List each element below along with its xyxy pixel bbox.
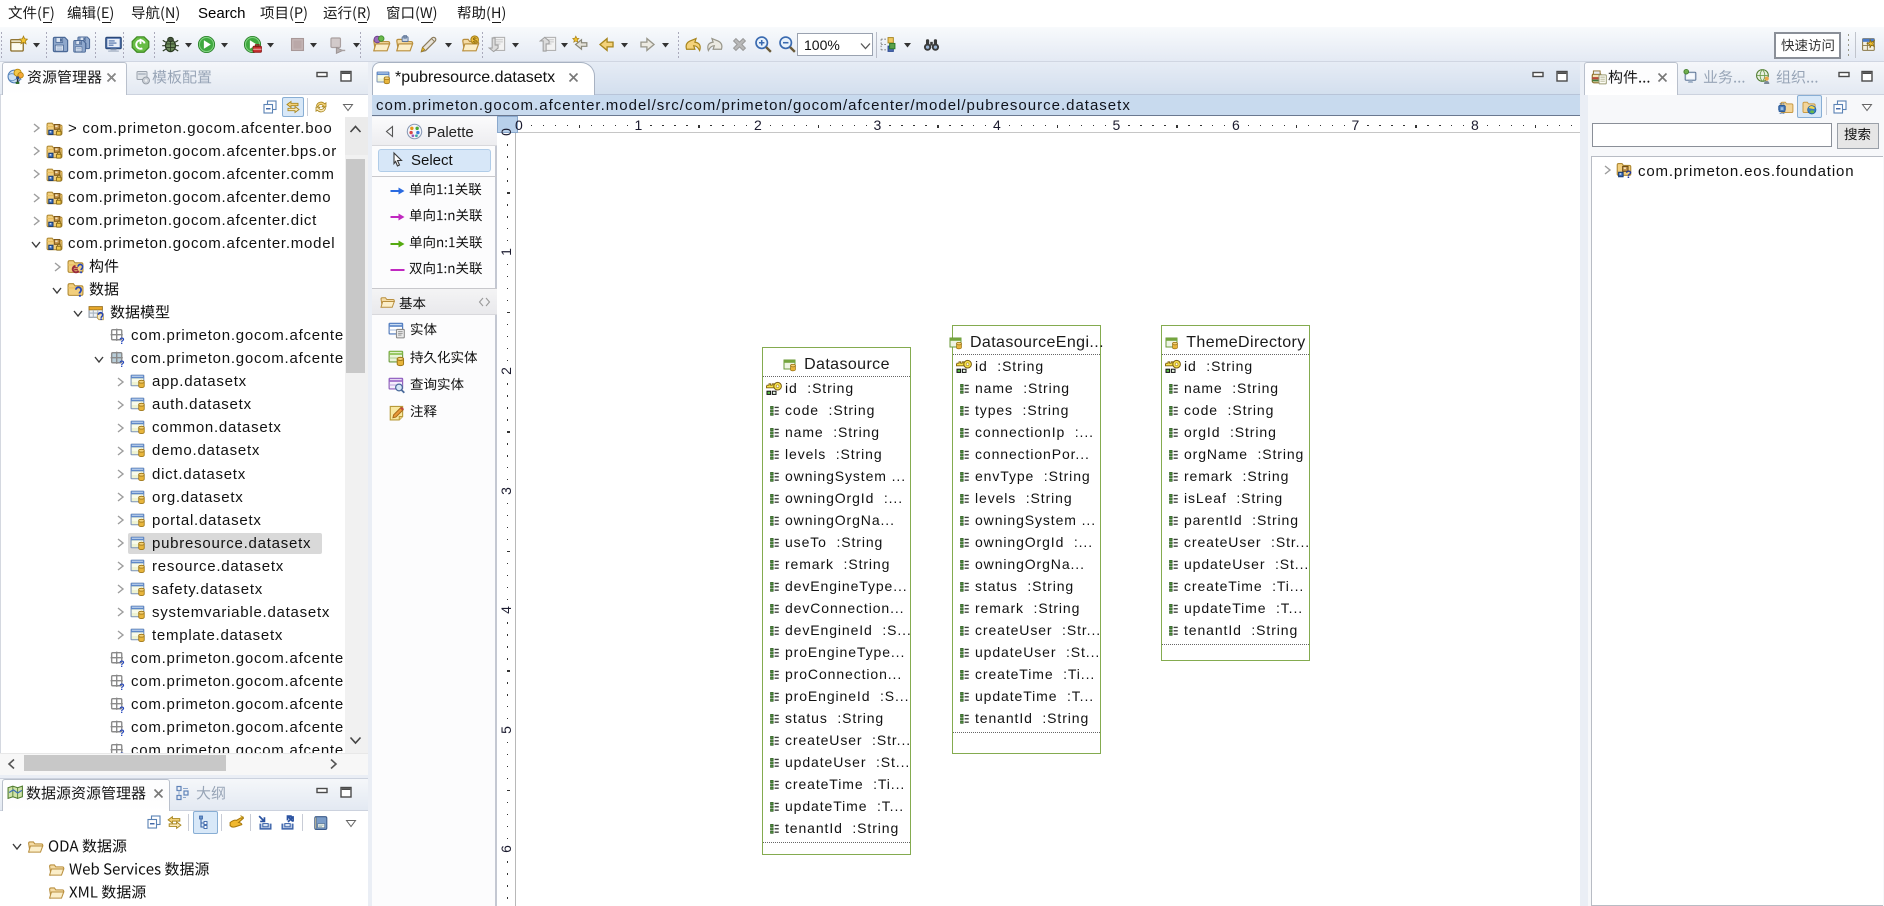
svg-text:?: ? [1625, 169, 1632, 179]
svg-text:?: ? [119, 336, 125, 344]
svg-text:?: ? [119, 659, 125, 667]
svg-text:?: ? [119, 728, 125, 736]
svg-text:?: ? [119, 682, 125, 690]
svg-text:$: $ [473, 36, 478, 45]
svg-text:?: ? [119, 359, 125, 367]
svg-text:?: ? [119, 705, 125, 713]
